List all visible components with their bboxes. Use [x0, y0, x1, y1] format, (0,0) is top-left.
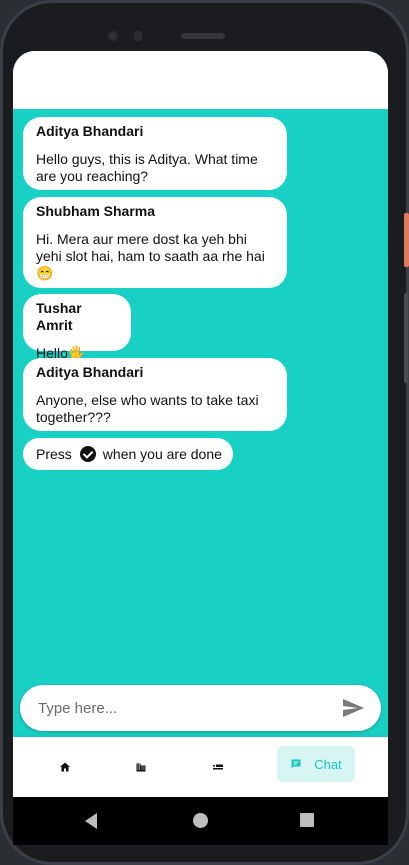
check-circle-icon — [79, 446, 96, 462]
message-author: Aditya Bhandari — [36, 123, 144, 139]
recents-icon[interactable] — [300, 813, 314, 827]
app-header — [13, 51, 388, 109]
chat-icon — [291, 759, 301, 769]
bottom-navigation: Chat — [13, 737, 388, 797]
system-navigation-bar — [13, 797, 388, 845]
sensor-icon — [134, 31, 142, 41]
message-text: Anyone, else who wants to take taxi toge… — [36, 392, 259, 425]
done-hint-after: when you are done — [102, 446, 222, 462]
message-text: Hi. Mera aur mere dost ka yeh bhi yehi s… — [36, 231, 265, 281]
home-circle-icon[interactable] — [193, 813, 208, 828]
taxi-icon — [213, 764, 223, 770]
camera-icon — [107, 30, 119, 42]
building-icon — [136, 763, 146, 772]
app-screen: Aditya Bhandari Hello guys, this is Adit… — [13, 51, 388, 797]
message-input[interactable] — [38, 697, 328, 719]
nav-rides[interactable] — [206, 752, 230, 782]
nav-chat-label: Chat — [314, 756, 342, 772]
chat-message: Tushar Amrit Hello🖐 — [23, 294, 131, 361]
chat-message: Aditya Bhandari Anyone, else who wants t… — [23, 358, 287, 431]
volume-button[interactable] — [404, 293, 408, 383]
nav-home[interactable] — [53, 752, 77, 782]
chat-message: Aditya Bhandari Hello guys, this is Adit… — [23, 117, 287, 190]
message-text: Hello guys, this is Aditya. What time ar… — [36, 151, 258, 184]
back-icon[interactable] — [85, 813, 97, 829]
power-button[interactable] — [404, 213, 409, 267]
message-author: Tushar Amrit — [36, 300, 82, 333]
chat-message-list[interactable]: Aditya Bhandari Hello guys, this is Adit… — [13, 109, 388, 737]
message-author: Shubham Sharma — [36, 203, 156, 219]
message-composer — [20, 685, 381, 731]
chat-message: Shubham Sharma Hi. Mera aur mere dost ka… — [23, 197, 287, 288]
nav-buildings[interactable] — [129, 752, 153, 782]
message-author: Aditya Bhandari — [36, 364, 144, 380]
home-icon — [60, 762, 70, 772]
nav-chat[interactable]: Chat — [277, 746, 355, 782]
done-hint-before: Press — [36, 446, 72, 462]
done-hint: Press when you are done — [23, 438, 233, 470]
send-icon[interactable] — [340, 696, 366, 720]
speaker-grille — [181, 33, 225, 39]
